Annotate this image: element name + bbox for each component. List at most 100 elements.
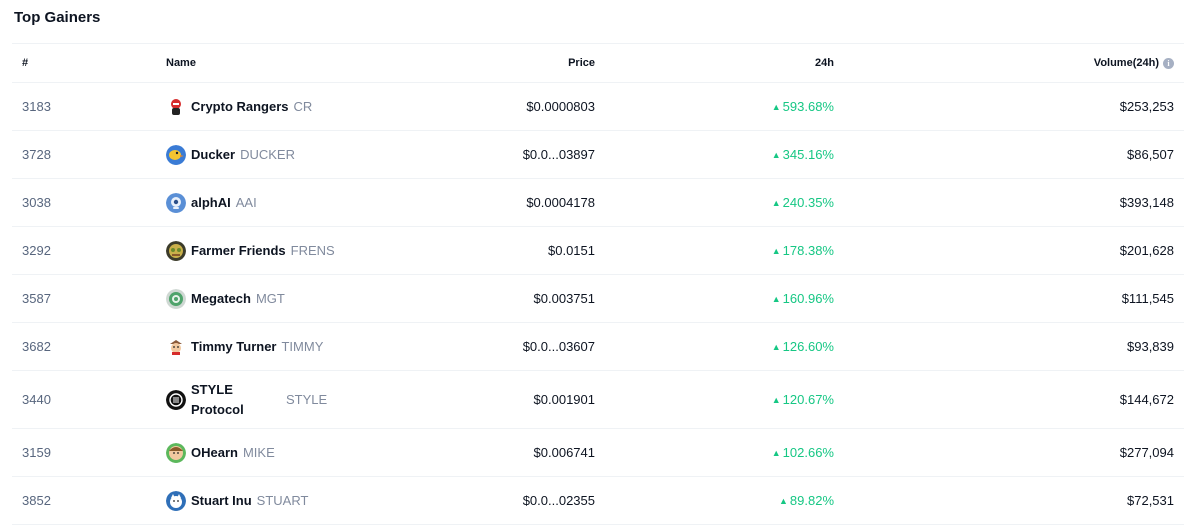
change-cell: ▲ 593.68% bbox=[634, 83, 834, 130]
name-cell[interactable]: OHearn MIKE bbox=[166, 429, 336, 476]
volume-cell: $86,507 bbox=[1127, 147, 1174, 162]
table-row[interactable]: 3728 Ducker DUCKER $0.0...03897 ▲ 345.16%… bbox=[12, 131, 1184, 179]
caret-up-icon: ▲ bbox=[771, 245, 781, 256]
coin-name[interactable]: alphAI bbox=[191, 195, 231, 210]
table-row[interactable]: 3682 Timmy Turner TIMMY $0.0...03607 ▲ 12… bbox=[12, 323, 1184, 371]
volume-cell: $72,531 bbox=[1127, 493, 1174, 508]
name-cell[interactable]: Stuart Inu STUART bbox=[166, 477, 336, 524]
alphai-logo-icon bbox=[166, 192, 186, 213]
change-cell: ▲ 345.16% bbox=[634, 131, 834, 178]
info-icon[interactable]: i bbox=[1163, 57, 1174, 69]
price-cell: $0.006741 bbox=[533, 445, 595, 460]
coin-name[interactable]: Megatech bbox=[191, 291, 251, 306]
price-cell: $0.001901 bbox=[533, 392, 595, 407]
volume-cell: $253,253 bbox=[1119, 99, 1174, 114]
change-value: 593.68% bbox=[782, 99, 834, 114]
ohearn-logo-icon bbox=[166, 442, 186, 463]
change-value: 102.66% bbox=[782, 445, 834, 460]
caret-up-icon: ▲ bbox=[771, 341, 781, 352]
rank-cell: 3292 bbox=[22, 243, 51, 258]
table-row[interactable]: 3852 Stuart Inu STUART $0.0...02355 ▲ 89.… bbox=[12, 477, 1184, 525]
price-cell: $0.0...03607 bbox=[522, 339, 595, 354]
table-row[interactable]: 3292 Farmer Friends FRENS $0.0151 ▲ 178.3… bbox=[12, 227, 1184, 275]
volume-cell: $111,545 bbox=[1121, 291, 1174, 306]
coin-symbol: DUCKER bbox=[240, 147, 295, 162]
header-24h[interactable]: 24h bbox=[634, 44, 834, 82]
change-value: 345.16% bbox=[782, 147, 834, 162]
coin-name[interactable]: Farmer Friends bbox=[191, 243, 286, 258]
name-cell[interactable]: Farmer Friends FRENS bbox=[166, 227, 336, 274]
coin-name[interactable]: Crypto Rangers bbox=[191, 99, 289, 114]
coin-symbol: TIMMY bbox=[281, 339, 324, 354]
rank-cell: 3587 bbox=[22, 291, 51, 306]
coin-name[interactable]: OHearn bbox=[191, 445, 238, 460]
volume-cell: $393,148 bbox=[1119, 195, 1174, 210]
coin-name[interactable]: STYLE Protocol bbox=[191, 380, 281, 420]
page-title: Top Gainers bbox=[14, 9, 101, 26]
change-value: 240.35% bbox=[782, 195, 834, 210]
header-name[interactable]: Name bbox=[166, 44, 336, 82]
rank-cell: 3440 bbox=[22, 392, 51, 407]
change-value: 120.67% bbox=[782, 392, 834, 407]
coin-symbol: CR bbox=[293, 99, 313, 114]
table-row[interactable]: 3038 alphAI AAI $0.0004178 ▲ 240.35% $393… bbox=[12, 179, 1184, 227]
name-cell[interactable]: Timmy Turner TIMMY bbox=[166, 323, 336, 370]
gainers-table: # Name Price 24h Volume(24h) i 3183 Cryp… bbox=[12, 43, 1184, 525]
name-cell[interactable]: STYLE Protocol STYLE bbox=[166, 371, 336, 428]
rank-cell: 3682 bbox=[22, 339, 51, 354]
caret-up-icon: ▲ bbox=[771, 101, 781, 112]
change-cell: ▲ 102.66% bbox=[634, 429, 834, 476]
price-cell: $0.0...02355 bbox=[522, 493, 595, 508]
rank-cell: 3852 bbox=[22, 493, 51, 508]
coin-symbol: MGT bbox=[255, 291, 285, 306]
price-cell: $0.0151 bbox=[548, 243, 595, 258]
table-header: # Name Price 24h Volume(24h) i bbox=[12, 44, 1184, 83]
caret-up-icon: ▲ bbox=[771, 394, 781, 405]
rank-cell: 3159 bbox=[22, 445, 51, 460]
coin-symbol: STYLE bbox=[286, 392, 328, 407]
caret-up-icon: ▲ bbox=[771, 447, 781, 458]
name-cell[interactable]: alphAI AAI bbox=[166, 179, 336, 226]
table-row[interactable]: 3440 STYLE Protocol STYLE $0.001901 ▲ 120… bbox=[12, 371, 1184, 429]
caret-up-icon: ▲ bbox=[771, 149, 781, 160]
change-cell: ▲ 160.96% bbox=[634, 275, 834, 322]
coin-name[interactable]: Timmy Turner bbox=[191, 339, 276, 354]
change-value: 160.96% bbox=[782, 291, 834, 306]
change-cell: ▲ 178.38% bbox=[634, 227, 834, 274]
table-row[interactable]: 3183 Crypto Rangers CR $0.0000803 ▲ 593.6… bbox=[12, 83, 1184, 131]
table-row[interactable]: 3159 OHearn MIKE $0.006741 ▲ 102.66% $277… bbox=[12, 429, 1184, 477]
coin-name[interactable]: Stuart Inu bbox=[191, 493, 252, 508]
change-value: 89.82% bbox=[789, 493, 834, 508]
name-cell[interactable]: Megatech MGT bbox=[166, 275, 336, 322]
coin-name[interactable]: Ducker bbox=[191, 147, 235, 162]
ducker-logo-icon bbox=[166, 144, 186, 165]
stuart-inu-logo-icon bbox=[166, 490, 186, 511]
coin-symbol: MIKE bbox=[242, 445, 275, 460]
header-volume[interactable]: Volume(24h) i bbox=[974, 44, 1174, 82]
change-cell: ▲ 89.82% bbox=[634, 477, 834, 524]
crypto-rangers-logo-icon bbox=[166, 96, 186, 117]
caret-up-icon: ▲ bbox=[778, 495, 788, 506]
volume-cell: $201,628 bbox=[1119, 243, 1174, 258]
rank-cell: 3183 bbox=[22, 99, 51, 114]
change-value: 126.60% bbox=[782, 339, 834, 354]
header-price[interactable]: Price bbox=[395, 44, 595, 82]
change-cell: ▲ 120.67% bbox=[634, 371, 834, 428]
price-cell: $0.0...03897 bbox=[522, 147, 595, 162]
price-cell: $0.0004178 bbox=[526, 195, 595, 210]
coin-name-line1[interactable]: STYLE bbox=[191, 380, 281, 400]
header-rank[interactable]: # bbox=[22, 44, 142, 82]
coin-name-line2[interactable]: Protocol bbox=[191, 400, 281, 420]
rank-cell: 3038 bbox=[22, 195, 51, 210]
price-cell: $0.0000803 bbox=[526, 99, 595, 114]
timmy-turner-logo-icon bbox=[166, 336, 186, 357]
name-cell[interactable]: Ducker DUCKER bbox=[166, 131, 336, 178]
volume-cell: $277,094 bbox=[1119, 445, 1174, 460]
coin-symbol: STUART bbox=[256, 493, 309, 508]
price-cell: $0.003751 bbox=[533, 291, 595, 306]
header-volume-label[interactable]: Volume(24h) bbox=[1094, 57, 1159, 69]
name-cell[interactable]: Crypto Rangers CR bbox=[166, 83, 336, 130]
caret-up-icon: ▲ bbox=[771, 197, 781, 208]
volume-cell: $93,839 bbox=[1127, 339, 1174, 354]
table-row[interactable]: 3587 Megatech MGT $0.003751 ▲ 160.96% $11… bbox=[12, 275, 1184, 323]
